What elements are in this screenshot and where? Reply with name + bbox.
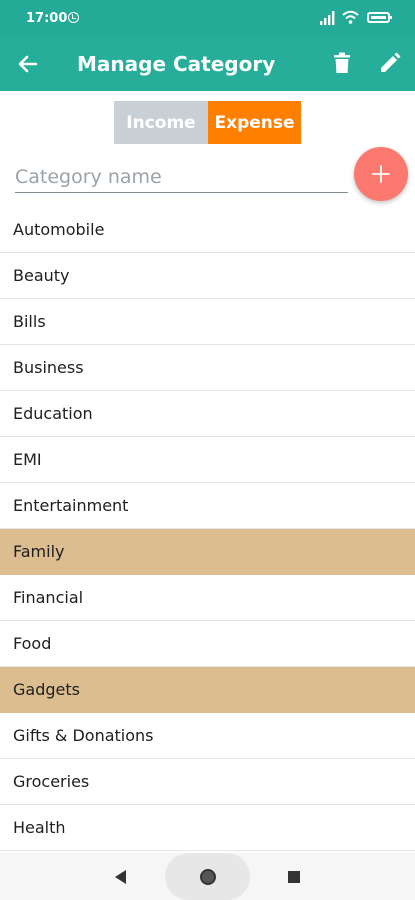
category-item-education[interactable]: Education bbox=[0, 391, 415, 437]
wifi-icon bbox=[342, 10, 359, 24]
delete-button[interactable] bbox=[326, 47, 358, 79]
category-item-emi[interactable]: EMI bbox=[0, 437, 415, 483]
category-item-automobile[interactable]: Automobile bbox=[0, 207, 415, 253]
page-title: Manage Category bbox=[77, 52, 276, 76]
category-item-beauty[interactable]: Beauty bbox=[0, 253, 415, 299]
system-navigation-bar bbox=[0, 853, 415, 900]
pencil-icon bbox=[381, 52, 401, 72]
expense-tab[interactable]: Expense bbox=[208, 101, 301, 144]
back-button[interactable] bbox=[12, 48, 44, 80]
nav-recent-apps-icon[interactable] bbox=[288, 871, 300, 883]
battery-icon bbox=[367, 12, 392, 23]
add-category-button[interactable] bbox=[354, 147, 408, 201]
edit-button[interactable] bbox=[374, 47, 406, 79]
nav-home-icon[interactable] bbox=[165, 853, 250, 900]
category-item-health[interactable]: Health bbox=[0, 805, 415, 851]
category-item-groceries[interactable]: Groceries bbox=[0, 759, 415, 805]
category-item-entertainment[interactable]: Entertainment bbox=[0, 483, 415, 529]
category-item-financial[interactable]: Financial bbox=[0, 575, 415, 621]
trash-icon bbox=[334, 52, 350, 73]
category-name-input[interactable] bbox=[15, 162, 348, 193]
category-item-bills[interactable]: Bills bbox=[0, 299, 415, 345]
income-tab[interactable]: Income bbox=[114, 101, 208, 144]
category-item-food[interactable]: Food bbox=[0, 621, 415, 667]
signal-icon bbox=[320, 11, 335, 25]
app-bar: Manage Category bbox=[0, 36, 415, 91]
plus-icon bbox=[372, 165, 390, 183]
category-item-gadgets[interactable]: Gadgets bbox=[0, 667, 415, 713]
category-list: Automobile Beauty Bills Business Educati… bbox=[0, 207, 415, 853]
category-item-business[interactable]: Business bbox=[0, 345, 415, 391]
alarm-icon bbox=[68, 12, 79, 23]
category-item-gifts-donations[interactable]: Gifts & Donations bbox=[0, 713, 415, 759]
back-arrow-icon bbox=[18, 55, 38, 73]
category-item-family[interactable]: Family bbox=[0, 529, 415, 575]
status-bar: 17:00 bbox=[0, 0, 415, 36]
nav-back-icon[interactable] bbox=[115, 870, 126, 884]
status-time: 17:00 bbox=[26, 11, 68, 26]
